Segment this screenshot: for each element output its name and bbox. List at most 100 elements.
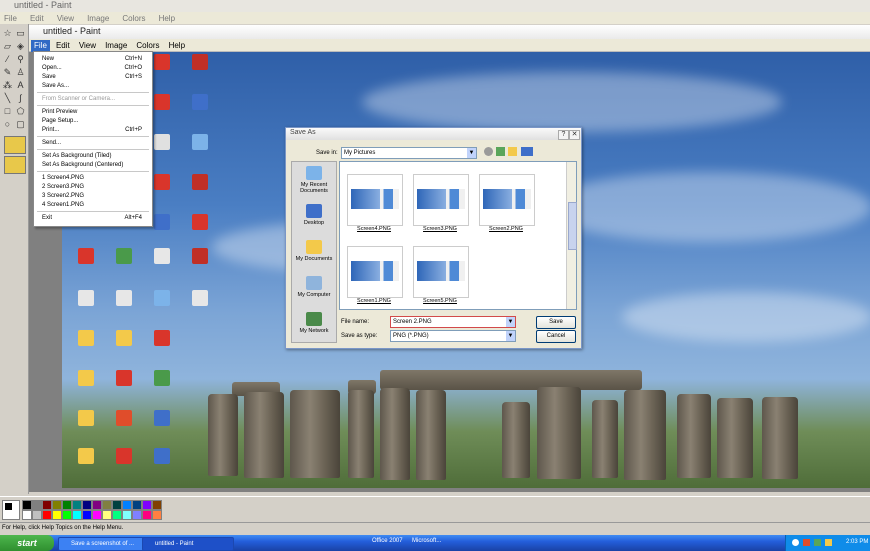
color-swatch[interactable] [102, 500, 112, 510]
menu-item-recent-2[interactable]: 2 Screen3.PNG [42, 183, 146, 191]
place-my-documents[interactable]: My Documents [292, 238, 336, 272]
menu-item-new[interactable]: New Ctrl+N [42, 55, 146, 63]
desktop-icon[interactable] [176, 248, 224, 284]
cancel-button[interactable]: Cancel [536, 330, 576, 343]
color-swatch[interactable] [82, 510, 92, 520]
color-swatch[interactable] [102, 510, 112, 520]
color-swatch[interactable] [152, 510, 162, 520]
chevron-down-icon[interactable]: ▼ [467, 148, 476, 158]
brush-icon[interactable]: ♙ [15, 67, 26, 78]
new-folder-icon[interactable] [508, 147, 517, 156]
up-folder-icon[interactable] [496, 147, 505, 156]
chevron-down-icon[interactable]: ▼ [506, 331, 515, 341]
color-swatch[interactable] [112, 510, 122, 520]
tray-icon[interactable] [814, 539, 821, 546]
desktop-icon[interactable] [176, 174, 224, 210]
color-swatch[interactable] [132, 510, 142, 520]
desktop-icon[interactable] [138, 410, 186, 446]
file-name-input[interactable]: Screen 2.PNG ▼ [390, 316, 516, 328]
menu-item-recent-3[interactable]: 3 Screen2.PNG [42, 192, 146, 200]
menu-item-recent-1[interactable]: 1 Screen4.PNG [42, 174, 146, 182]
picker-icon[interactable]: ⁄ [2, 54, 13, 65]
magnifier-icon[interactable]: ⚲ [15, 54, 26, 65]
color-swatch[interactable] [92, 510, 102, 520]
close-icon[interactable]: ✕ [569, 130, 580, 140]
select-icon[interactable]: ▭ [15, 28, 26, 39]
curve-icon[interactable]: ∫ [15, 93, 26, 104]
file-thumbnail[interactable]: Screen3.PNG [413, 174, 469, 234]
menu-item-save-as[interactable]: Save As... [42, 82, 146, 90]
menu-item-print[interactable]: Print... Ctrl+P [42, 126, 146, 134]
eraser-icon[interactable]: ▱ [2, 41, 13, 52]
outer-menu-file[interactable]: File [4, 14, 17, 23]
polygon-icon[interactable]: ⬠ [15, 106, 26, 117]
outer-menu-help[interactable]: Help [159, 14, 175, 23]
color-swatch[interactable] [152, 500, 162, 510]
color-swatch[interactable] [122, 500, 132, 510]
color-swatch[interactable] [82, 500, 92, 510]
line-icon[interactable]: ╲ [2, 93, 13, 104]
color-swatch[interactable] [22, 500, 32, 510]
fill-icon[interactable]: ◈ [15, 41, 26, 52]
outer-menu-image[interactable]: Image [87, 14, 109, 23]
color-swatch[interactable] [142, 510, 152, 520]
menu-item-save[interactable]: Save Ctrl+S [42, 73, 146, 81]
back-icon[interactable] [484, 147, 493, 156]
file-thumbnail[interactable]: Screen2.PNG [479, 174, 535, 234]
quick-launch-microsoft[interactable]: Microsoft... [412, 538, 441, 544]
save-in-select[interactable]: My Pictures ▼ [341, 147, 477, 159]
place-my-network[interactable]: My Network [292, 310, 336, 344]
place-desktop[interactable]: Desktop [292, 202, 336, 236]
quick-launch-office[interactable]: Office 2007 [372, 538, 403, 544]
color-swatch[interactable] [32, 500, 42, 510]
color-swatch[interactable] [132, 500, 142, 510]
desktop-icon[interactable] [176, 54, 224, 90]
place-recent[interactable]: My Recent Documents [292, 164, 336, 198]
file-list-scrollbar[interactable] [566, 162, 577, 309]
taskbar-item-paint[interactable]: untitled - Paint [142, 537, 234, 551]
tray-icon[interactable] [792, 539, 799, 546]
transparent-option-icon[interactable] [4, 136, 26, 154]
menu-item-print-preview[interactable]: Print Preview [42, 108, 146, 116]
color-swatch[interactable] [72, 510, 82, 520]
tray-icon[interactable] [803, 539, 810, 546]
menu-item-page-setup[interactable]: Page Setup... [42, 117, 146, 125]
color-swatch[interactable] [22, 510, 32, 520]
current-colors-box[interactable] [2, 500, 20, 520]
save-as-type-select[interactable]: PNG (*.PNG) ▼ [390, 330, 516, 342]
airbrush-icon[interactable]: ⁂ [2, 80, 13, 91]
text-icon[interactable]: A [15, 80, 26, 91]
file-thumbnail[interactable]: Screen5.PNG [413, 246, 469, 306]
menu-item-bg-tiled[interactable]: Set As Background (Tiled) [42, 152, 146, 160]
start-button[interactable]: start [0, 535, 54, 551]
desktop-icon[interactable] [176, 214, 224, 250]
taskbar-item-browser[interactable]: Save a screenshot of ... [58, 537, 150, 551]
color-swatch[interactable] [42, 510, 52, 520]
menu-item-bg-centered[interactable]: Set As Background (Centered) [42, 161, 146, 169]
free-select-icon[interactable]: ☆ [2, 28, 13, 39]
color-swatch[interactable] [122, 510, 132, 520]
outer-menu-view[interactable]: View [57, 14, 74, 23]
color-swatch[interactable] [52, 500, 62, 510]
desktop-icon[interactable] [176, 134, 224, 170]
file-thumbnail[interactable]: Screen1.PNG [347, 246, 403, 306]
color-swatch[interactable] [92, 500, 102, 510]
color-swatch[interactable] [142, 500, 152, 510]
color-swatch[interactable] [32, 510, 42, 520]
color-swatch[interactable] [112, 500, 122, 510]
menu-item-send[interactable]: Send... [42, 139, 146, 147]
color-swatch[interactable] [52, 510, 62, 520]
rounded-rect-icon[interactable]: ▢ [15, 119, 26, 130]
desktop-icon[interactable] [176, 94, 224, 130]
color-swatch[interactable] [42, 500, 52, 510]
menu-item-open[interactable]: Open... Ctrl+O [42, 64, 146, 72]
color-swatch[interactable] [62, 500, 72, 510]
place-my-computer[interactable]: My Computer [292, 274, 336, 308]
pencil-icon[interactable]: ✎ [2, 67, 13, 78]
outer-menu-edit[interactable]: Edit [30, 14, 44, 23]
help-button[interactable]: ? [558, 130, 569, 140]
chevron-down-icon[interactable]: ▼ [506, 317, 515, 327]
ellipse-icon[interactable]: ○ [2, 119, 13, 130]
menu-item-exit[interactable]: Exit Alt+F4 [42, 214, 146, 222]
menu-item-recent-4[interactable]: 4 Screen1.PNG [42, 201, 146, 209]
